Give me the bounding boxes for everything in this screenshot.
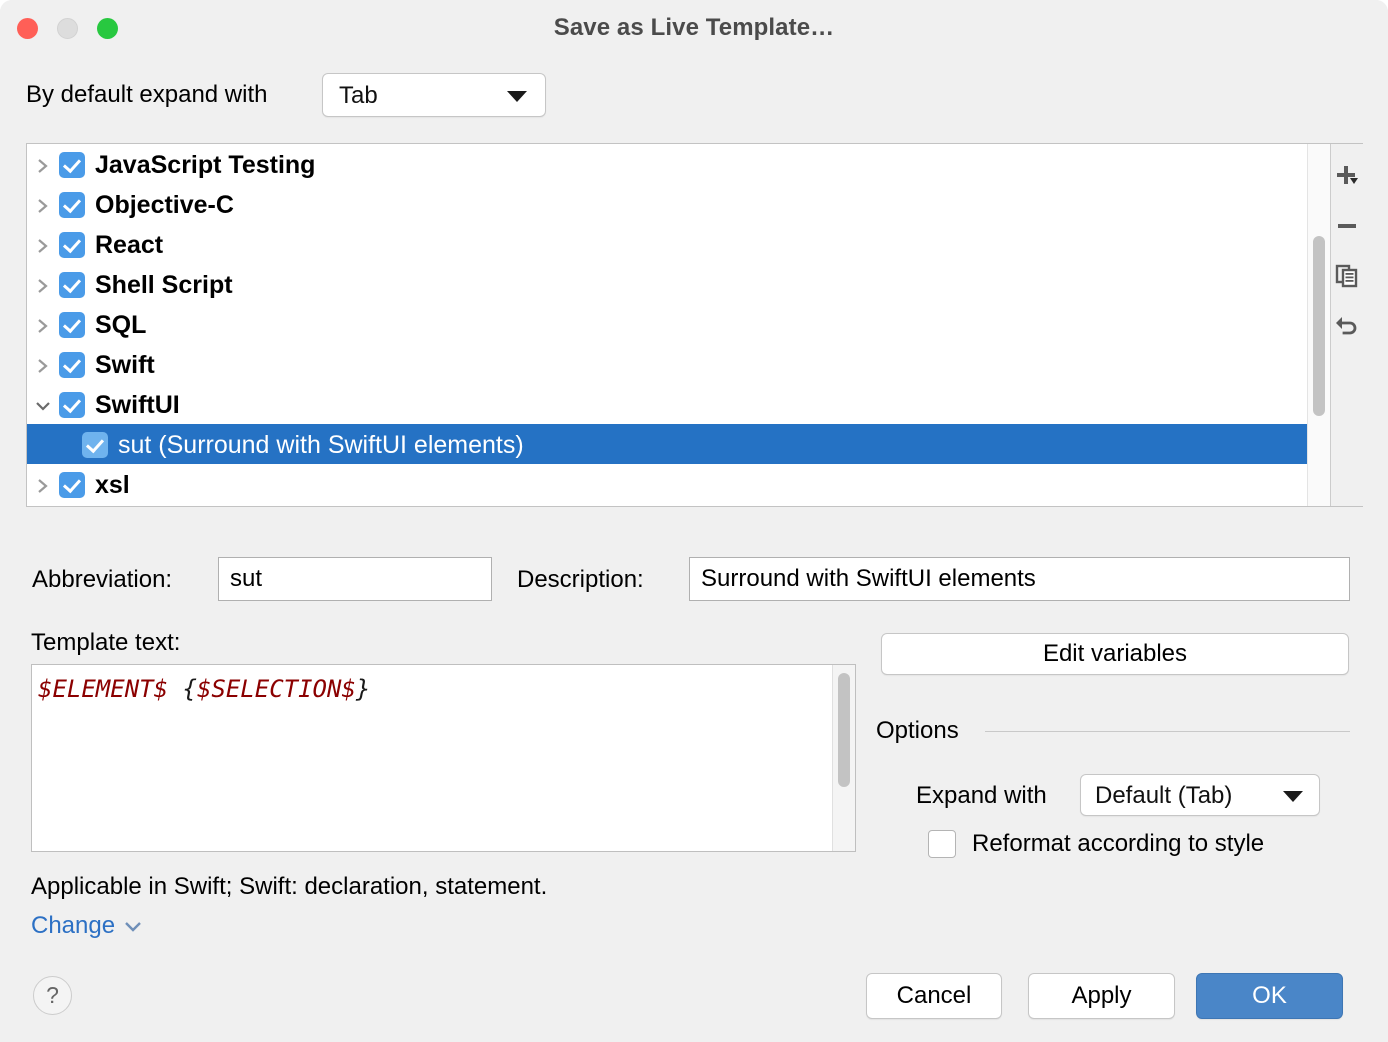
chevron-right-icon[interactable] bbox=[27, 185, 59, 225]
tree-scrollbar-thumb[interactable] bbox=[1313, 236, 1325, 416]
apply-button[interactable]: Apply bbox=[1028, 973, 1175, 1019]
template-text-scrollbar[interactable] bbox=[832, 665, 855, 851]
save-as-live-template-dialog: Save as Live Template… By default expand… bbox=[0, 0, 1388, 1042]
chevron-right-icon[interactable] bbox=[27, 345, 59, 385]
default-expand-label: By default expand with bbox=[26, 81, 268, 108]
options-group-label: Options bbox=[876, 717, 959, 744]
ok-button[interactable]: OK bbox=[1196, 973, 1343, 1019]
description-label: Description: bbox=[517, 566, 644, 593]
tree-row[interactable]: Shell Script bbox=[27, 264, 1307, 304]
chevron-right-icon[interactable] bbox=[27, 265, 59, 305]
tree-vertical-scrollbar[interactable] bbox=[1307, 144, 1330, 506]
tree-item-checkbox[interactable] bbox=[59, 312, 85, 339]
tree-item-label: xsl bbox=[95, 470, 130, 499]
cancel-label: Cancel bbox=[896, 982, 972, 1009]
description-value: Surround with SwiftUI elements bbox=[701, 565, 1036, 592]
tree-item-label: React bbox=[95, 230, 164, 259]
tree-item-label: Swift bbox=[95, 350, 155, 379]
default-expand-value: Tab bbox=[339, 82, 378, 109]
applicable-context-text: Applicable in Swift; Swift: declaration,… bbox=[31, 873, 548, 900]
tree-item-label: sut (Surround with SwiftUI elements) bbox=[118, 430, 524, 459]
tree-item-checkbox[interactable] bbox=[59, 392, 85, 419]
tree-item-checkbox[interactable] bbox=[59, 232, 85, 259]
reformat-option-row[interactable]: Reformat according to style bbox=[928, 830, 1264, 858]
tree-item-label: SQL bbox=[95, 310, 147, 339]
tree-row[interactable]: Objective-C bbox=[27, 184, 1307, 224]
tree-item-label: JavaScript Testing bbox=[95, 150, 316, 179]
chevron-right-icon[interactable] bbox=[27, 145, 59, 185]
tree-item-label: SwiftUI bbox=[95, 390, 180, 419]
tree-item-checkbox[interactable] bbox=[59, 472, 85, 499]
template-tree[interactable]: JavaScript Testing Objective-C React Shell … bbox=[27, 144, 1307, 506]
tree-item-checkbox[interactable] bbox=[59, 192, 85, 219]
chevron-right-icon[interactable] bbox=[27, 465, 59, 505]
cancel-button[interactable]: Cancel bbox=[866, 973, 1002, 1019]
edit-variables-label: Edit variables bbox=[1042, 640, 1188, 667]
template-literal: { bbox=[168, 675, 197, 703]
default-expand-row: By default expand with Tab bbox=[0, 73, 1388, 117]
tree-item-checkbox[interactable] bbox=[82, 432, 108, 459]
tree-row[interactable]: Swift bbox=[27, 344, 1307, 384]
template-tree-toolbar bbox=[1330, 144, 1363, 506]
ok-label: OK bbox=[1252, 982, 1287, 1009]
tree-item-label: Objective-C bbox=[95, 190, 234, 219]
chevron-down-icon bbox=[125, 921, 141, 932]
apply-label: Apply bbox=[1071, 982, 1132, 1009]
window-title: Save as Live Template… bbox=[553, 14, 835, 41]
remove-template-button[interactable] bbox=[1331, 204, 1363, 248]
chevron-right-icon[interactable] bbox=[27, 225, 59, 265]
help-label: ? bbox=[46, 982, 59, 1008]
template-text-editor[interactable]: $ELEMENT$ {$SELECTION$} bbox=[31, 664, 856, 852]
tree-item-checkbox[interactable] bbox=[59, 272, 85, 299]
chevron-down-icon bbox=[507, 91, 527, 102]
change-context-link[interactable]: Change bbox=[31, 912, 143, 940]
tree-item-label: Shell Script bbox=[95, 270, 233, 299]
abbreviation-label: Abbreviation: bbox=[32, 566, 173, 593]
expand-with-dropdown[interactable]: Default (Tab) bbox=[1080, 774, 1320, 816]
expand-with-label: Expand with bbox=[916, 782, 1047, 809]
template-text-content: $ELEMENT$ {$SELECTION$} bbox=[38, 675, 370, 703]
template-text-scrollbar-thumb[interactable] bbox=[838, 673, 850, 787]
tree-item-checkbox[interactable] bbox=[59, 352, 85, 379]
duplicate-template-button[interactable] bbox=[1331, 254, 1363, 298]
chevron-down-icon[interactable] bbox=[27, 385, 59, 425]
tree-row[interactable]: xsl bbox=[27, 464, 1307, 504]
tree-row[interactable]: SQL bbox=[27, 304, 1307, 344]
add-template-button[interactable] bbox=[1331, 154, 1363, 198]
help-button[interactable]: ? bbox=[33, 976, 72, 1015]
chevron-down-icon bbox=[1283, 791, 1303, 802]
edit-variables-button[interactable]: Edit variables bbox=[881, 633, 1349, 675]
template-text-label: Template text: bbox=[31, 629, 181, 656]
title-bar: Save as Live Template… bbox=[0, 0, 1388, 58]
template-groups-panel: JavaScript Testing Objective-C React Shell … bbox=[26, 143, 1363, 507]
reformat-checkbox[interactable] bbox=[928, 830, 956, 858]
template-variable: $SELECTION$ bbox=[196, 675, 356, 703]
reformat-label: Reformat according to style bbox=[972, 830, 1265, 857]
tree-item-checkbox[interactable] bbox=[59, 152, 85, 179]
change-context-label: Change bbox=[31, 912, 116, 939]
template-variable: $ELEMENT$ bbox=[38, 675, 169, 703]
options-divider bbox=[985, 731, 1350, 732]
abbreviation-input[interactable]: sut bbox=[218, 557, 492, 601]
revert-template-button[interactable] bbox=[1331, 304, 1363, 348]
tree-row[interactable]: sut (Surround with SwiftUI elements) bbox=[27, 424, 1307, 464]
tree-row[interactable]: SwiftUI bbox=[27, 384, 1307, 424]
chevron-right-icon[interactable] bbox=[27, 305, 59, 345]
template-literal: } bbox=[355, 675, 371, 703]
abbreviation-value: sut bbox=[230, 565, 263, 592]
tree-row[interactable]: React bbox=[27, 224, 1307, 264]
description-input[interactable]: Surround with SwiftUI elements bbox=[689, 557, 1350, 601]
expand-with-value: Default (Tab) bbox=[1095, 782, 1233, 809]
tree-row[interactable]: JavaScript Testing bbox=[27, 144, 1307, 184]
default-expand-dropdown[interactable]: Tab bbox=[322, 73, 546, 117]
